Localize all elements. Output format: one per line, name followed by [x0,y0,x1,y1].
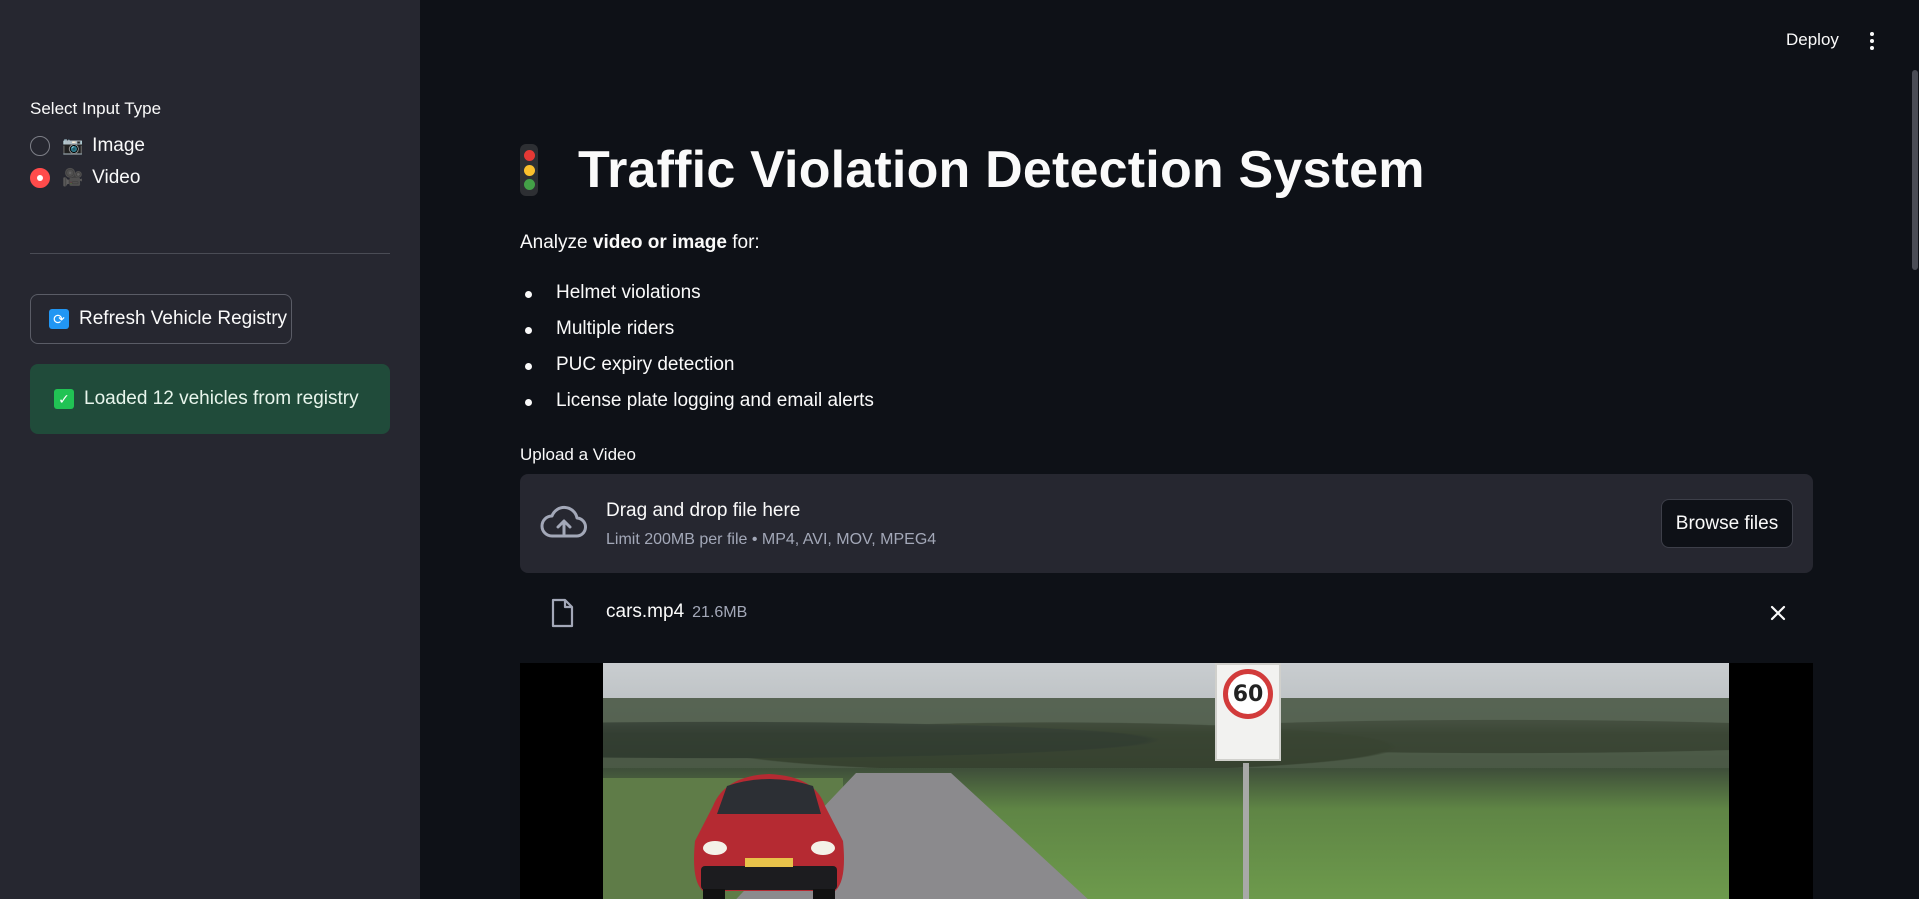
camera-icon: 📷 [62,136,84,155]
checkmark-icon: ✓ [54,389,74,409]
title-row: Traffic Violation Detection System [520,140,1425,200]
refresh-registry-button[interactable]: ⟳ Refresh Vehicle Registry [30,294,292,344]
sidebar: Select Input Type 📷 Image 🎥 Video ⟳ Refr… [0,0,420,899]
success-alert: ✓ Loaded 12 vehicles from registry [30,364,390,434]
main-menu-icon[interactable] [1862,28,1882,54]
scrollbar-thumb[interactable] [1912,70,1918,270]
upload-label: Upload a Video [520,445,636,464]
file-dropzone[interactable]: Drag and drop file here Limit 200MB per … [520,474,1813,573]
radio-label-video: Video [92,167,141,188]
video-camera-icon: 🎥 [62,168,84,187]
input-type-label: Select Input Type [30,99,162,118]
cloud-upload-icon [540,505,587,538]
list-item: Helmet violations [520,282,874,318]
file-size: 21.6MB [692,604,748,621]
video-frame: 60 [603,663,1729,899]
radio-image[interactable]: 📷 Image [30,133,145,159]
list-item: PUC expiry detection [520,354,874,390]
page-title: Traffic Violation Detection System [578,141,1425,199]
radio-video[interactable]: 🎥 Video [30,165,140,191]
deploy-button[interactable]: Deploy [1786,30,1839,50]
list-item: License plate logging and email alerts [520,390,874,426]
traffic-light-icon [520,144,538,196]
refresh-icon: ⟳ [49,309,69,329]
speed-limit-sign: 60 [1215,663,1281,761]
file-icon [551,598,574,628]
sign-post [1243,763,1249,899]
feature-list: Helmet violations Multiple riders PUC ex… [520,282,874,426]
refresh-button-label: Refresh Vehicle Registry [79,308,288,329]
intro-bold: video or image [592,232,727,253]
remove-file-icon[interactable] [1765,600,1791,626]
speed-limit-text: 60 [1223,669,1273,719]
dropzone-subtitle: Limit 200MB per file • MP4, AVI, MOV, MP… [606,531,937,548]
success-message: Loaded 12 vehicles from registry [84,388,359,409]
browse-files-button[interactable]: Browse files [1661,499,1793,548]
file-name: cars.mp4 21.6MB [606,601,748,622]
intro-text: Analyze video or image for: [520,232,760,253]
video-player[interactable]: 60 [520,663,1813,899]
dropzone-title: Drag and drop file here [606,500,801,521]
radio-button-video[interactable] [30,168,50,188]
tree-line [603,698,1729,768]
sidebar-divider [30,253,390,254]
list-item: Multiple riders [520,318,874,354]
uploaded-file-row: cars.mp4 21.6MB [520,588,1813,638]
radio-label-image: Image [92,135,145,156]
red-car [694,774,844,899]
radio-button-image[interactable] [30,136,50,156]
